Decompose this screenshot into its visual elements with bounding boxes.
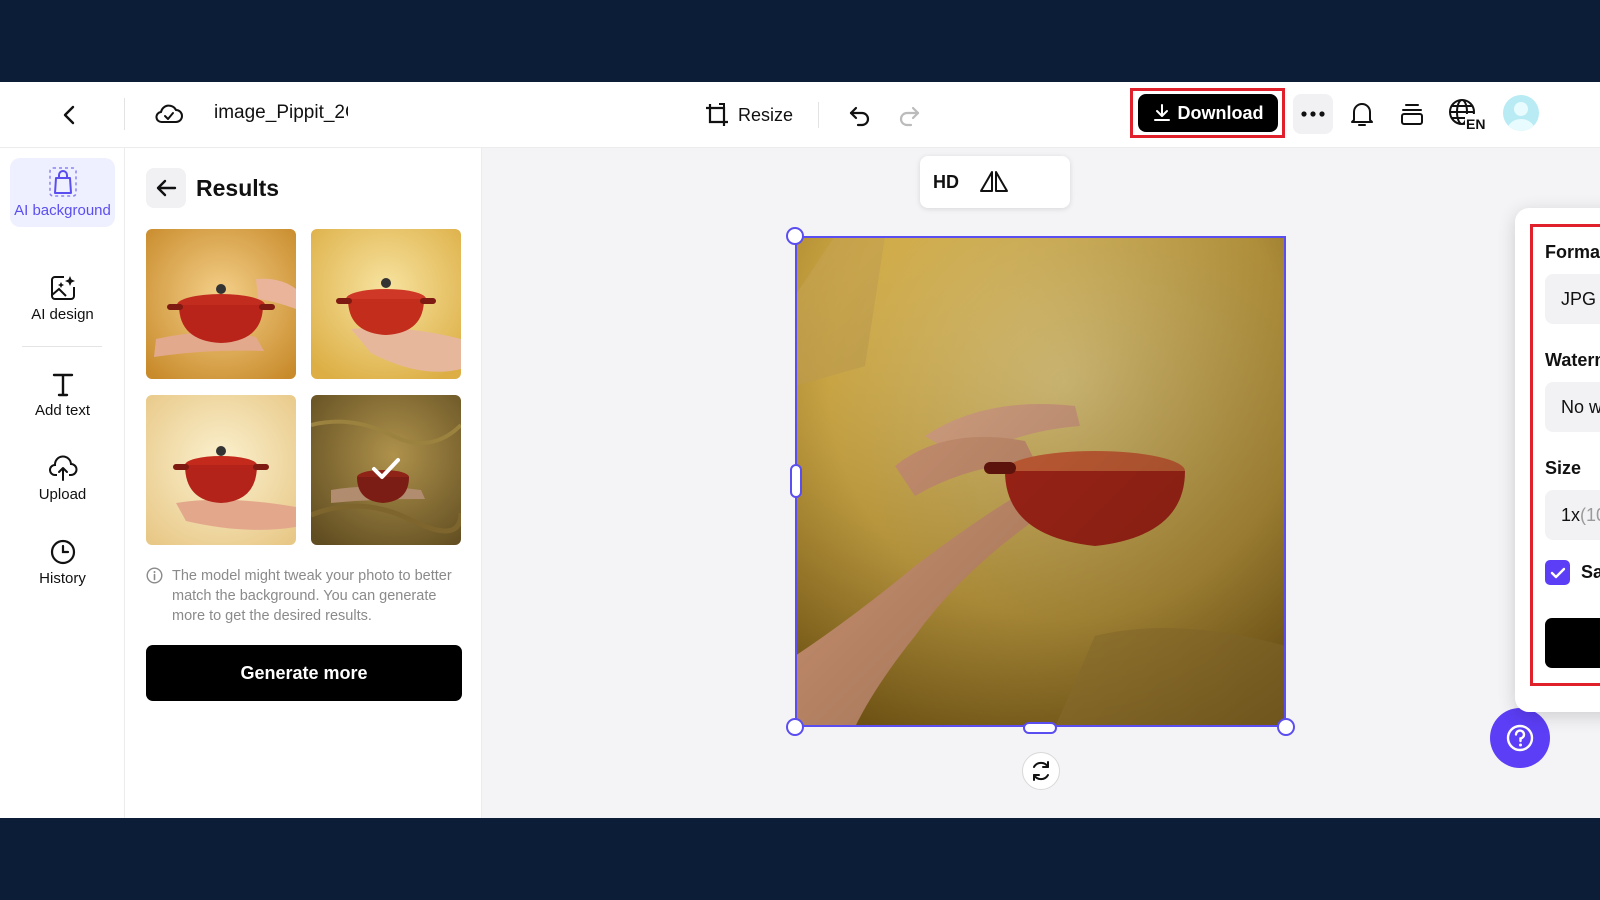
format-label: Format: [1545, 242, 1600, 262]
main-canvas-image[interactable]: [795, 236, 1286, 727]
size-select[interactable]: 1x(1024*1024px): [1545, 490, 1600, 540]
file-name[interactable]: image_Pippit_2C: [214, 102, 348, 124]
size-value: 1x: [1561, 504, 1581, 525]
question-icon: [1506, 724, 1534, 752]
results-panel: Results The model might tweak your photo…: [125, 148, 482, 818]
canvas-area: HD Format JPG Water No w Size 1x(1 Sa: [482, 148, 1600, 818]
image-sparkle-icon: [50, 276, 75, 300]
cloud-check-icon: [155, 104, 183, 123]
size-label: Size: [1545, 458, 1582, 478]
left-sidebar: AI background AI design Add text Upload …: [0, 148, 125, 818]
avatar[interactable]: [1503, 95, 1539, 131]
result-image: [311, 229, 461, 379]
download-popover: Format JPG Watermark No watermark Size 1…: [1515, 208, 1600, 712]
resize-label: Resize: [738, 104, 794, 125]
more-horizontal-icon: [1301, 111, 1325, 117]
flip-horizontal-icon: [980, 171, 1008, 192]
cloud-upload-icon: [48, 455, 77, 481]
result-thumbnail-4-selected[interactable]: [311, 395, 461, 545]
resize-button[interactable]: Resize: [704, 96, 793, 134]
size-value-group: 1x(1024*1024px): [1561, 505, 1600, 526]
download-icon: [1153, 104, 1170, 121]
chevron-left-icon: [63, 105, 75, 125]
svg-text:EN: EN: [1466, 116, 1485, 131]
sidebar-item-add-text[interactable]: Add text: [10, 370, 115, 419]
download-label: Download: [1177, 102, 1264, 123]
globe-en-icon: EN: [1449, 99, 1487, 131]
sidebar-item-label: AI design: [31, 306, 94, 323]
results-note: The model might tweak your photo to bett…: [146, 566, 462, 626]
info-icon: [146, 567, 163, 584]
sidebar-item-ai-design[interactable]: AI design: [10, 274, 115, 323]
notifications-button[interactable]: [1343, 94, 1381, 134]
redo-icon: [899, 106, 920, 127]
watermark-label: Watermark: [1545, 350, 1600, 370]
resize-handle-left[interactable]: [790, 464, 802, 498]
cloud-sync-button[interactable]: [150, 95, 188, 133]
help-button[interactable]: [1490, 708, 1550, 768]
watermark-value: No watermark: [1561, 396, 1600, 417]
top-bar: image_Pippit_2C Resize Download EN: [0, 82, 1600, 148]
layers-icon: [1401, 104, 1423, 125]
sidebar-item-history[interactable]: History: [10, 538, 115, 587]
check-icon: [1550, 567, 1565, 578]
checkbox-checked[interactable]: [1545, 560, 1570, 585]
sidebar-item-label: Upload: [38, 486, 87, 503]
divider: [22, 346, 102, 347]
sidebar-item-label: Add text: [34, 402, 91, 419]
watermark-select[interactable]: No watermark: [1545, 382, 1600, 432]
undo-icon: [849, 106, 870, 127]
format-select[interactable]: JPG: [1545, 274, 1600, 324]
editor-app: image_Pippit_2C Resize Download EN AI ba…: [0, 82, 1600, 818]
image-toolbar: HD: [920, 156, 1070, 208]
resize-handle-bottom-left[interactable]: [786, 718, 804, 736]
rotate-icon: [1033, 761, 1049, 781]
resize-icon: [706, 103, 728, 126]
generate-more-button[interactable]: Generate more: [146, 645, 462, 701]
result-thumbnail-1[interactable]: [146, 229, 296, 379]
flip-button[interactable]: [976, 166, 1012, 198]
resize-handle-bottom-right[interactable]: [1277, 718, 1295, 736]
rotate-button[interactable]: [1022, 752, 1060, 790]
resize-handle-top-left[interactable]: [786, 227, 804, 245]
sidebar-item-ai-background[interactable]: AI background: [10, 158, 115, 227]
clock-icon: [50, 539, 75, 565]
results-title: Results: [196, 175, 280, 201]
format-value: JPG: [1561, 288, 1597, 309]
assets-button[interactable]: [1393, 94, 1431, 134]
sidebar-item-upload[interactable]: Upload: [10, 454, 115, 503]
resize-handle-bottom[interactable]: [1023, 722, 1057, 734]
save-to-assets-checkbox[interactable]: Save to Assets: [1545, 560, 1600, 585]
download-button[interactable]: Download: [1138, 94, 1278, 132]
more-options-button[interactable]: [1293, 94, 1333, 134]
undo-button[interactable]: [842, 97, 878, 133]
divider: [124, 98, 125, 130]
results-note-text: The model might tweak your photo to bett…: [172, 568, 452, 624]
arrow-left-icon: [156, 179, 177, 197]
user-avatar-icon: [1507, 102, 1535, 131]
sidebar-item-label: AI background: [14, 202, 111, 219]
result-thumbnail-3[interactable]: [146, 395, 296, 545]
shopping-bag-icon: [48, 167, 77, 197]
save-to-assets-label: Save to Assets: [1581, 562, 1600, 582]
result-thumbnail-2[interactable]: [311, 229, 461, 379]
hd-button[interactable]: HD: [930, 166, 962, 198]
text-t-icon: [52, 373, 73, 397]
checkmark-icon: [372, 458, 400, 479]
sidebar-item-label: History: [39, 570, 86, 587]
canvas-image: [795, 236, 1286, 727]
back-button[interactable]: [52, 97, 88, 133]
confirm-download-button[interactable]: download: [1545, 618, 1600, 668]
bell-icon: [1351, 103, 1373, 126]
result-image: [146, 229, 296, 379]
divider: [818, 102, 819, 128]
result-image: [146, 395, 296, 545]
language-button[interactable]: EN: [1446, 94, 1488, 134]
results-back-button[interactable]: [146, 168, 186, 208]
size-detail: (1024*1024px): [1580, 504, 1600, 525]
redo-button[interactable]: [891, 97, 927, 133]
